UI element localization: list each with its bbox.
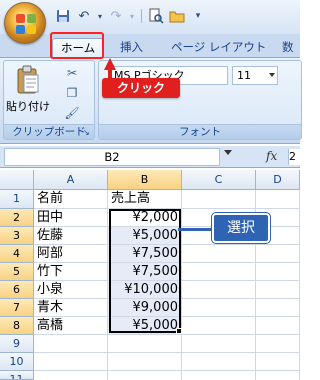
row-header-10[interactable]: 10 [0,353,34,371]
home-tab-highlight [50,32,104,59]
row-header-3[interactable]: 3 [0,227,34,245]
paste-button-label[interactable]: 貼り付け [6,98,50,114]
click-callout: クリック [102,78,180,98]
formula-bar: B2 fx 2 [0,146,302,168]
cell-a1[interactable]: 名前 [34,190,108,209]
empty-cells-b[interactable] [108,335,182,380]
cell-b2[interactable]: ¥2,000 [108,209,182,227]
qat-separator [141,9,142,23]
title-bar: ↶ ▾ ↷ ▾ ▾ [0,0,300,44]
font-size-value: 11 [237,69,251,82]
cell-a4[interactable]: 阿部 [34,245,108,263]
tab-insert[interactable]: 挿入 [112,38,151,58]
undo-dropdown-icon[interactable]: ▾ [96,7,104,25]
cell-b3[interactable]: ¥5,000 [108,227,182,245]
row-header-8[interactable]: 8 [0,317,34,335]
cell-b8[interactable]: ¥5,000 [108,317,182,335]
name-box-dropdown-icon[interactable] [224,150,232,155]
office-button[interactable] [4,2,46,44]
cell-b6[interactable]: ¥10,000 [108,281,182,299]
select-connector-line [178,228,214,231]
select-callout: 選択 [212,213,270,243]
clipboard-group: 貼り付け ✂ ❐ 🖌 クリップボード ↘ [3,60,95,140]
redo-dropdown-icon[interactable]: ▾ [128,7,136,25]
tab-formulas[interactable]: 数式 [274,38,302,72]
click-pointer-icon [104,58,116,80]
column-header-c[interactable]: C [182,170,256,190]
fill-handle[interactable] [176,328,182,334]
cell-b7[interactable]: ¥9,000 [108,299,182,317]
empty-cells-a[interactable] [34,335,108,380]
print-preview-icon[interactable] [147,7,165,25]
row-header-11[interactable]: 11 [0,371,34,380]
clipboard-group-label: クリップボード [4,124,94,139]
row-header-4[interactable]: 4 [0,245,34,263]
save-icon[interactable] [54,7,72,25]
office-logo-icon [16,14,36,34]
clipboard-launcher-icon[interactable]: ↘ [83,128,92,137]
format-painter-icon[interactable]: 🖌 [64,105,80,121]
cell-a2[interactable]: 田中 [34,209,108,227]
cell-b4[interactable]: ¥7,500 [108,245,182,263]
redo-icon[interactable]: ↷ [107,7,125,25]
tab-page-layout[interactable]: ページ レイアウト [163,38,274,58]
font-size-dropdown-icon [269,73,275,77]
cell-a8[interactable]: 高橋 [34,317,108,335]
ribbon-tabs: ホーム 挿入 ページ レイアウト 数式 [0,34,302,72]
customize-qat-icon[interactable]: ▾ [189,7,207,25]
copy-icon[interactable]: ❐ [64,85,80,101]
font-group-label: フォント [99,124,301,139]
row-header-2[interactable]: 2 [0,209,34,227]
quick-access-toolbar: ↶ ▾ ↷ ▾ ▾ [54,6,207,26]
row-header-6[interactable]: 6 [0,281,34,299]
font-size-combo[interactable]: 11 [232,66,278,85]
undo-icon[interactable]: ↶ [75,7,93,25]
cell-a3[interactable]: 佐藤 [34,227,108,245]
cell-c1[interactable] [182,190,256,209]
formula-input[interactable]: 2 [288,149,302,165]
paste-icon[interactable] [16,65,40,95]
cell-b1[interactable]: 売上高 [108,190,182,209]
cell-b5[interactable]: ¥7,500 [108,263,182,281]
cell-a6[interactable]: 小泉 [34,281,108,299]
fx-icon[interactable]: fx [266,149,277,163]
name-box[interactable]: B2 [4,148,220,166]
cell-a7[interactable]: 青木 [34,299,108,317]
row-header-7[interactable]: 7 [0,299,34,317]
column-header-a[interactable]: A [34,170,108,190]
ribbon: 貼り付け ✂ ❐ 🖌 クリップボード ↘ フォント MS Pゴシック 11 B … [0,58,302,167]
select-all-corner[interactable] [0,170,34,190]
row-header-5[interactable]: 5 [0,263,34,281]
column-header-b[interactable]: B [108,170,182,190]
column-header-d[interactable]: D [256,170,300,190]
worksheet-grid[interactable]: A B C D 1 2 3 4 5 6 7 8 9 10 11 名前 売上高 田… [0,170,300,380]
cell-d1[interactable] [256,190,300,209]
cell-a5[interactable]: 竹下 [34,263,108,281]
row-header-1[interactable]: 1 [0,190,34,209]
open-icon[interactable] [168,7,186,25]
row-header-9[interactable]: 9 [0,335,34,353]
cut-icon[interactable]: ✂ [64,65,80,81]
